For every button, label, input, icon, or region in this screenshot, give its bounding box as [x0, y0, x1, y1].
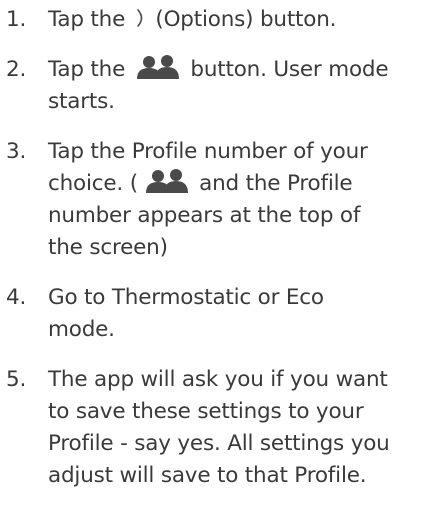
step-5: 5. The app will ask you if you want to s…	[0, 364, 448, 492]
step-line: to save these settings to your	[48, 399, 364, 424]
step-line: Tap the button. User mode	[48, 54, 448, 86]
instruction-list: 1. Tap the (Options) button. 2. Tap the …	[0, 0, 448, 492]
step-line: adjust will save to that Profile.	[48, 463, 367, 488]
chevron-right-icon	[136, 9, 143, 27]
step-text: button. User mode	[183, 57, 389, 82]
step-line: starts.	[48, 89, 115, 114]
step-number: 4.	[6, 285, 27, 310]
step-3: 3. Tap the Profile number of your choice…	[0, 136, 448, 264]
step-text: choice. (	[48, 171, 145, 196]
step-line: Profile - say yes. All settings you	[48, 431, 390, 456]
step-text: Tap the	[48, 57, 132, 82]
step-line: The app will ask you if you want	[48, 367, 388, 392]
users-icon	[145, 169, 188, 193]
step-4: 4. Go to Thermostatic or Eco mode.	[0, 282, 448, 346]
step-number: 2.	[6, 57, 27, 82]
step-line: Tap the (Options) button.	[48, 4, 448, 36]
step-text: Tap the	[48, 7, 132, 32]
step-1: 1. Tap the (Options) button.	[0, 4, 448, 36]
step-text: (Options) button.	[148, 7, 337, 32]
step-line: Go to Thermostatic or Eco	[48, 285, 324, 310]
step-number: 1.	[6, 7, 27, 32]
step-line: Tap the Profile number of your	[48, 139, 368, 164]
users-icon	[136, 55, 179, 79]
step-number: 5.	[6, 367, 27, 392]
step-2: 2. Tap the button. User mode starts.	[0, 54, 448, 118]
step-line: the screen)	[48, 235, 168, 260]
step-line: choice. ( and the Profile	[48, 168, 448, 200]
step-line: number appears at the top of	[48, 203, 361, 228]
step-number: 3.	[6, 139, 27, 164]
step-text: and the Profile	[192, 171, 353, 196]
step-line: mode.	[48, 317, 115, 342]
